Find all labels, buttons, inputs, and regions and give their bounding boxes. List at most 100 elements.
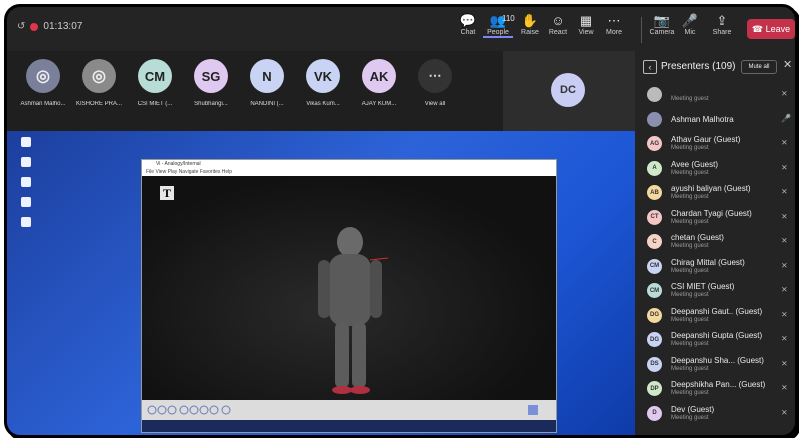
presenter-row[interactable]: DG Deepanshi Gupta (Guest) Meeting guest ⨯: [635, 328, 795, 350]
mic-off-icon[interactable]: ⨯: [781, 236, 788, 245]
app-window: ↺ 01:13:07 💬 Chat 👥 110 People ✋ Raise ☺ React ▦ V…: [4, 4, 798, 438]
phone-hangup-icon: ☎: [751, 24, 764, 34]
toolbar-button-camera[interactable]: 📷 Camera: [647, 13, 677, 36]
presenter-name: CSI MIET (Guest): [671, 282, 735, 291]
participant-tile[interactable]: CM CSI MIET (...: [125, 59, 185, 107]
panel-header: ‹ Presenters (109) Mute all ✕: [635, 51, 795, 81]
mic-off-icon[interactable]: ⨯: [781, 285, 788, 294]
presenter-row[interactable]: CT Chardan Tyagi (Guest) Meeting guest ⨯: [635, 206, 795, 228]
toolbar-button-view[interactable]: ▦ View: [571, 13, 601, 36]
player-controls[interactable]: [142, 400, 556, 420]
presenter-row[interactable]: DP Deepshikha Pan... (Guest) Meeting guest…: [635, 377, 795, 399]
people-count: 110: [502, 14, 515, 23]
mic-off-icon[interactable]: ⨯: [781, 383, 788, 392]
presenter-role: Meeting guest: [671, 96, 709, 102]
avatar: AK: [362, 59, 396, 93]
presenter-role: Meeting guest: [671, 243, 709, 249]
chevron-left-icon[interactable]: ‹: [643, 60, 657, 74]
camera-icon: 📷: [653, 13, 671, 28]
presenter-row[interactable]: A Avee (Guest) Meeting guest ⨯: [635, 157, 795, 179]
mic-off-icon[interactable]: ⨯: [781, 138, 788, 147]
participant-tile[interactable]: ⋯ View all: [405, 59, 465, 107]
avatar: A: [647, 160, 662, 176]
presenter-row[interactable]: DG Deepanshi Gaut.. (Guest) Meeting guest ⨯: [635, 304, 795, 326]
media-player-window[interactable]: Vi - Analogy/Internal File View Play Nav…: [141, 159, 557, 433]
file-icon: [21, 197, 31, 207]
presenter-role: Meeting guest: [671, 267, 709, 274]
toolbar-button-react[interactable]: ☺ React: [543, 13, 573, 36]
participant-tile[interactable]: AK AJAY KUM...: [349, 59, 409, 107]
presenter-name: Deepanshi Gaut.. (Guest): [671, 306, 763, 316]
presenter-name: Deepanshu Sha... (Guest): [671, 355, 764, 365]
toolbar-button-label: Raise: [521, 29, 539, 36]
participant-tile[interactable]: VK Vikas Kum...: [293, 59, 353, 107]
presenter-name: Dev (Guest): [671, 404, 715, 414]
presenter-name: Chirag Mittal (Guest): [671, 257, 745, 267]
panel-title: Presenters (109): [661, 61, 736, 72]
desktop-shortcut[interactable]: [15, 217, 37, 229]
desktop-shortcut[interactable]: [15, 177, 37, 189]
participant-tile[interactable]: SG Shubhangi...: [181, 59, 241, 107]
participant-tile[interactable]: N NANDINI (...: [237, 59, 297, 107]
participant-tile[interactable]: ◎ Ashman Malho...: [13, 59, 73, 107]
toolbar-button-raise[interactable]: ✋ Raise: [515, 13, 545, 36]
participant-strip: ◎ Ashman Malho... ◎ KISHORE PRA... CM CSI MIE…: [7, 51, 503, 131]
presenter-role: Meeting guest: [671, 218, 709, 225]
presenter-row[interactable]: D Dev (Guest) Meeting guest ⨯: [635, 402, 795, 424]
mic-off-icon[interactable]: ⨯: [781, 261, 788, 270]
avatar: C: [647, 234, 662, 249]
toolbar-button-share[interactable]: ⇪ Share: [707, 13, 737, 36]
avatar: DG: [647, 332, 662, 347]
presenter-row[interactable]: Cchetan (Guest) Meeting guest ⨯: [635, 230, 795, 252]
presenter-row[interactable]: Meeting guest ⨯: [635, 83, 795, 105]
spotlight-tile[interactable]: DC: [503, 51, 635, 131]
toolbar-button-people[interactable]: 👥 110 People: [483, 13, 515, 38]
chat-icon: 💬: [459, 13, 477, 28]
mic-off-icon[interactable]: ⨯: [781, 334, 788, 343]
mic-off-icon[interactable]: ⨯: [781, 310, 788, 319]
participant-name: Vikas Kum...: [306, 101, 340, 107]
mic-off-icon[interactable]: ⨯: [781, 359, 788, 368]
react-icon: ☺: [551, 13, 565, 28]
toolbar-button-chat[interactable]: 💬 Chat: [453, 13, 483, 36]
player-title: Vi - Analogy/Internal: [142, 160, 556, 169]
close-icon[interactable]: ✕: [783, 58, 792, 71]
back-icon[interactable]: ↺: [17, 21, 25, 32]
participant-tile[interactable]: ◎ KISHORE PRA...: [69, 59, 129, 107]
avatar: ⋯: [418, 59, 452, 93]
desktop-shortcut[interactable]: [15, 137, 37, 149]
presenter-row[interactable]: CM CSI MIET (Guest) Meeting guest ⨯: [635, 279, 795, 301]
video-stage: T: [142, 176, 556, 400]
file-icon: [21, 157, 31, 167]
presenter-row[interactable]: CM Chirag Mittal (Guest) Meeting guest ⨯: [635, 255, 795, 277]
presenter-name: Ashman Malhotra: [671, 114, 734, 124]
mic-icon[interactable]: 🎤: [781, 114, 791, 123]
presenter-name: Athav Gaur (Guest): [671, 135, 741, 144]
avatar: [647, 111, 662, 127]
mute-all-button[interactable]: Mute all: [741, 60, 777, 74]
avatar: SG: [194, 59, 228, 93]
presenter-role: Meeting guest: [671, 390, 709, 396]
toolbar-button-label: More: [606, 29, 622, 36]
mic-off-icon[interactable]: ⨯: [781, 212, 788, 221]
mic-off-icon[interactable]: ⨯: [781, 163, 788, 172]
more-icon: ⋯: [607, 13, 621, 28]
raise-icon: ✋: [521, 13, 539, 28]
mic-off-icon[interactable]: ⨯: [781, 187, 788, 196]
desktop-shortcut[interactable]: [15, 197, 37, 209]
desktop-shortcut[interactable]: [15, 157, 37, 169]
presenter-row[interactable]: Ashman Malhotra 🎤: [635, 108, 795, 130]
presenter-role: Meeting guest: [671, 194, 709, 200]
presenter-name: Chardan Tyagi (Guest): [671, 208, 752, 218]
leave-button[interactable]: ☎ Leave: [747, 19, 795, 39]
participant-name: AJAY KUM...: [361, 101, 397, 107]
presenter-row[interactable]: AG Athav Gaur (Guest) Meeting guest ⨯: [635, 132, 795, 154]
avatar: DP: [647, 381, 662, 396]
avatar: DS: [647, 356, 662, 372]
mic-off-icon[interactable]: ⨯: [781, 408, 788, 417]
mic-off-icon[interactable]: ⨯: [781, 89, 788, 98]
presenter-row[interactable]: AB ayushi baliyan (Guest) Meeting guest ⨯: [635, 181, 795, 203]
presenter-row[interactable]: DS Deepanshu Sha... (Guest) Meeting guest ⨯: [635, 353, 795, 375]
toolbar-button-mic[interactable]: 🎤 Mic: [675, 13, 705, 36]
toolbar-button-more[interactable]: ⋯ More: [599, 13, 629, 36]
